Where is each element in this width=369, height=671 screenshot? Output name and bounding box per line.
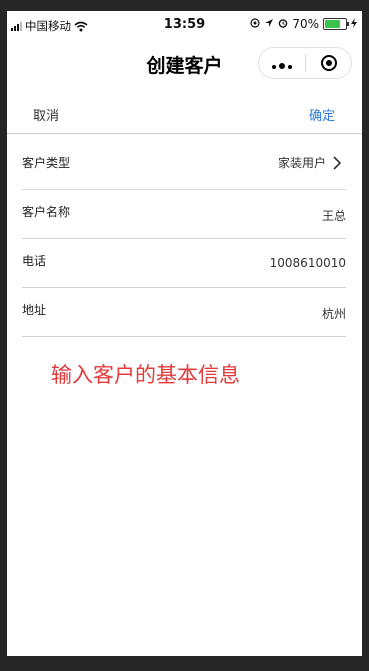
customer-type-row[interactable]: 客户类型 家装用户 xyxy=(22,141,346,190)
customer-name-input[interactable]: 王总 xyxy=(322,207,346,224)
navigation-bar: 创建客户 xyxy=(7,41,362,85)
battery-icon xyxy=(323,18,349,30)
action-row: 取消 确定 xyxy=(7,93,362,134)
navigation-arrow-icon xyxy=(264,17,274,31)
customer-type-value: 家装用户 xyxy=(277,156,326,170)
phone-row[interactable]: 电话 1008610010 xyxy=(22,239,346,288)
annotation-text: 输入客户的基本信息 xyxy=(51,363,240,387)
close-button[interactable] xyxy=(306,48,351,78)
phone-screen: 中国移动 13:59 70% 创建客户 取消 确定 客户类型 家装用户 客户名称… xyxy=(7,11,362,656)
chevron-right-icon xyxy=(330,154,344,172)
address-row[interactable]: 地址 杭州 xyxy=(22,288,346,337)
cancel-button[interactable]: 取消 xyxy=(33,105,59,124)
more-dots-icon xyxy=(271,54,294,73)
location-icon xyxy=(250,17,260,31)
address-label: 地址 xyxy=(22,303,47,317)
address-input[interactable]: 杭州 xyxy=(322,305,346,322)
customer-name-row[interactable]: 客户名称 王总 xyxy=(22,190,346,239)
mini-program-capsule xyxy=(258,47,352,79)
more-button[interactable] xyxy=(259,48,305,78)
battery-percent: 70% xyxy=(292,17,319,31)
status-right: 70% xyxy=(250,17,357,31)
customer-type-label: 客户类型 xyxy=(22,156,71,170)
status-bar: 中国移动 13:59 70% xyxy=(7,11,362,37)
target-circle-icon xyxy=(320,55,337,71)
confirm-button[interactable]: 确定 xyxy=(309,105,335,124)
alarm-icon xyxy=(278,17,288,31)
phone-label: 电话 xyxy=(22,254,47,268)
charging-icon xyxy=(351,17,357,31)
customer-name-label: 客户名称 xyxy=(22,205,71,219)
phone-input[interactable]: 1008610010 xyxy=(270,256,346,270)
